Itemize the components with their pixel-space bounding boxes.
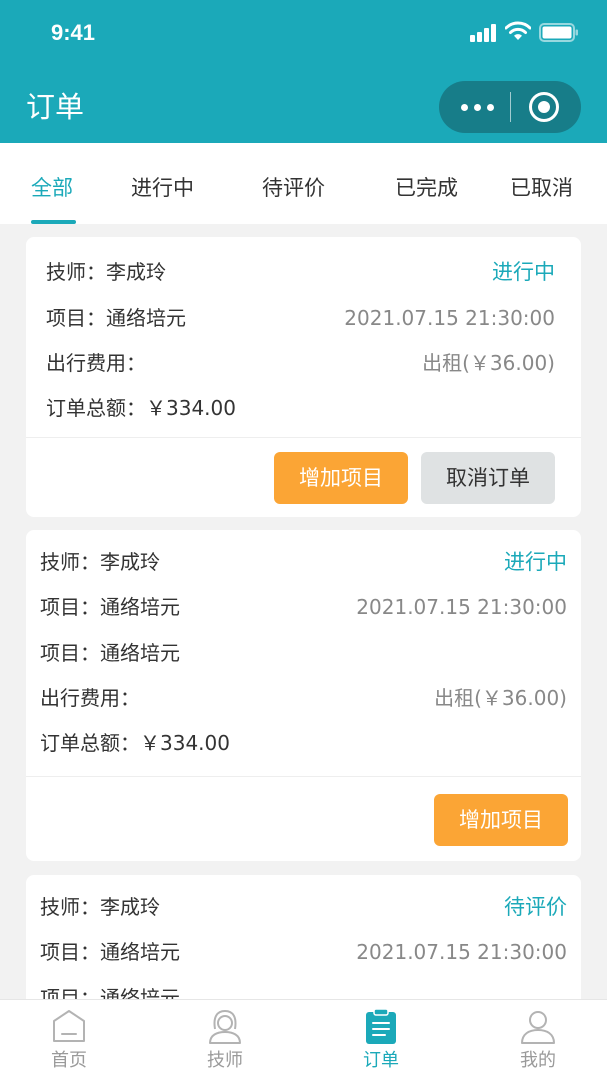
tabbar-label: 订单 <box>363 1050 399 1071</box>
mini-program-capsule <box>439 81 581 133</box>
order-status-tabs: 全部 进行中 待评价 已完成 已取消 <box>0 143 607 224</box>
technician-icon <box>209 1009 241 1044</box>
card-divider <box>26 776 581 777</box>
order-card[interactable]: 技师：李成玲 进行中 项目：通络培元 2021.07.15 21:30:00 出… <box>26 237 581 517</box>
order-card[interactable]: 技师：李成玲 进行中 项目：通络培元 2021.07.15 21:30:00 项… <box>26 530 581 861</box>
technician-label: 技师：李成玲 <box>46 260 166 284</box>
cancel-order-button[interactable]: 取消订单 <box>421 452 555 504</box>
tab-to-review[interactable]: 待评价 <box>262 173 325 203</box>
signal-icon <box>470 24 498 42</box>
status-bar: 9:41 <box>0 0 607 70</box>
tabbar-label: 我的 <box>520 1050 556 1071</box>
tabbar-label: 首页 <box>51 1050 87 1071</box>
order-datetime: 2021.07.15 21:30:00 <box>344 306 555 330</box>
travel-fee-value: 出租(￥36.00) <box>434 686 567 710</box>
capsule-divider <box>510 92 511 122</box>
status-time: 9:41 <box>51 20 96 45</box>
order-total: 订单总额：￥334.00 <box>46 396 236 420</box>
tab-all[interactable]: 全部 <box>31 173 73 203</box>
status-badge: 进行中 <box>492 260 555 284</box>
order-datetime: 2021.07.15 21:30:00 <box>356 595 567 619</box>
tabbar-item-profile[interactable]: 我的 <box>488 1000 588 1080</box>
project-label: 项目：通络培元 <box>46 306 186 330</box>
battery-icon <box>539 23 578 42</box>
add-project-button[interactable]: 增加项目 <box>434 794 568 846</box>
more-icon[interactable] <box>459 81 509 133</box>
tabbar-item-technician[interactable]: 技师 <box>175 1000 275 1080</box>
bottom-tab-bar: 首页 技师 订单 我的 <box>0 999 607 1080</box>
order-icon <box>366 1008 396 1044</box>
page-title: 订单 <box>26 90 85 124</box>
app-header: 9:41 订单 <box>0 0 607 143</box>
tab-cancelled[interactable]: 已取消 <box>510 173 573 203</box>
travel-fee-value: 出租(￥36.00) <box>422 351 555 375</box>
order-total: 订单总额：￥334.00 <box>40 731 230 755</box>
tab-completed[interactable]: 已完成 <box>395 173 458 203</box>
technician-label: 技师：李成玲 <box>40 895 160 919</box>
status-badge: 进行中 <box>504 550 567 574</box>
travel-fee-label: 出行费用： <box>46 351 146 375</box>
project-label: 项目：通络培元 <box>40 595 180 619</box>
tabbar-item-orders[interactable]: 订单 <box>331 1000 431 1080</box>
project-label: 项目：通络培元 <box>40 940 180 964</box>
project-label: 项目：通络培元 <box>40 641 180 665</box>
status-badge: 待评价 <box>504 895 567 919</box>
order-datetime: 2021.07.15 21:30:00 <box>356 940 567 964</box>
close-miniprogram-icon[interactable] <box>529 92 559 122</box>
tabbar-label: 技师 <box>207 1050 243 1071</box>
active-tab-indicator <box>31 220 76 224</box>
tab-in-progress[interactable]: 进行中 <box>131 173 194 203</box>
add-project-button[interactable]: 增加项目 <box>274 452 408 504</box>
card-divider <box>26 437 581 438</box>
wifi-icon <box>505 21 531 40</box>
travel-fee-label: 出行费用： <box>40 686 140 710</box>
technician-label: 技师：李成玲 <box>40 550 160 574</box>
profile-icon <box>521 1011 555 1044</box>
home-icon <box>53 1010 85 1042</box>
tabbar-item-home[interactable]: 首页 <box>19 1000 119 1080</box>
